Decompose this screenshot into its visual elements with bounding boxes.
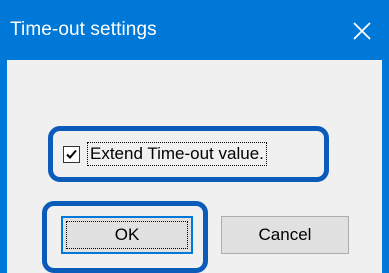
title-bar[interactable]: Time-out settings <box>0 0 389 60</box>
checkbox-highlight-callout <box>48 126 329 182</box>
cancel-button[interactable]: Cancel <box>221 216 349 254</box>
close-icon <box>353 22 371 40</box>
close-button[interactable] <box>345 14 379 48</box>
dialog-title: Time-out settings <box>10 19 157 40</box>
timeout-settings-dialog: Time-out settings Extend Time-out value.… <box>0 0 389 273</box>
cancel-button-label: Cancel <box>258 225 312 244</box>
ok-button-highlight-callout <box>42 201 208 273</box>
